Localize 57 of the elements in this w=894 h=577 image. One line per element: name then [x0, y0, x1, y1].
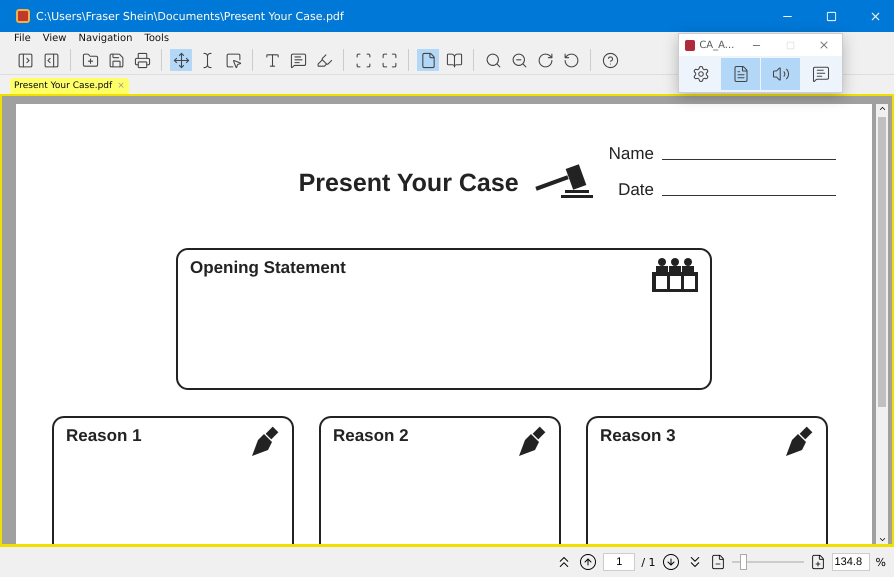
zoom-field[interactable]: 134.8 [832, 553, 870, 571]
move-icon [172, 52, 190, 68]
app-logo-icon [16, 9, 30, 23]
document-button[interactable] [721, 58, 760, 90]
text-icon [264, 52, 280, 68]
card-title: Reason 1 [66, 426, 142, 446]
page-number-field[interactable]: 1 [603, 553, 636, 571]
highlighter-icon [316, 52, 332, 68]
fit-page-icon [354, 52, 372, 68]
document-tab[interactable]: Present Your Case.pdf × [10, 78, 129, 94]
field-label: Date [618, 180, 654, 200]
zoom-in-icon [484, 52, 502, 68]
zoom-in-icon[interactable] [810, 554, 826, 570]
window-title: C:\Users\Fraser Shein\Documents\Present Your Case.pdf [36, 10, 345, 22]
two-page-icon [446, 52, 462, 68]
menu-item[interactable]: Navigation [78, 33, 132, 45]
previous-page-icon[interactable] [579, 553, 598, 571]
zoom-out-icon[interactable] [710, 554, 726, 570]
folder-icon [82, 52, 98, 68]
window-title: CA_A... [699, 40, 734, 50]
save-icon [108, 52, 124, 68]
comment-icon [812, 65, 830, 83]
field-label: Name [608, 144, 654, 164]
single-page-button[interactable] [417, 49, 439, 71]
print-icon [134, 52, 150, 68]
panel-left-icon [16, 52, 34, 68]
help-icon [602, 52, 618, 68]
menu-item[interactable]: File [14, 33, 31, 45]
card-title: Reason 3 [600, 426, 676, 446]
document-icon [732, 65, 750, 83]
app-logo-icon [685, 40, 696, 50]
fit-width-icon [380, 52, 398, 68]
select-area-icon [224, 52, 242, 68]
worksheet-title: Present Your Case [298, 169, 519, 198]
rotate-left-icon [562, 52, 580, 68]
panel-right-icon [42, 52, 60, 68]
settings-icon [692, 65, 710, 83]
page-count: / 1 [641, 556, 656, 568]
scroll-up-icon[interactable] [878, 104, 886, 113]
card-title: Opening Statement [190, 258, 346, 278]
scroll-down-icon[interactable] [878, 535, 886, 544]
menu-item[interactable]: Tools [144, 33, 170, 45]
speaker-button[interactable] [761, 58, 800, 90]
rotate-right-icon [536, 52, 554, 68]
card-title: Reason 2 [333, 426, 409, 446]
scrollbar[interactable] [876, 104, 888, 544]
percent-label: % [876, 556, 886, 568]
next-page-icon[interactable] [662, 553, 680, 571]
speaker-icon [772, 65, 790, 83]
zoom-out-icon [510, 52, 528, 68]
move-button[interactable] [170, 49, 192, 71]
zoom-slider-thumb[interactable] [740, 554, 748, 570]
comment-icon [290, 52, 306, 68]
menu-item[interactable]: View [42, 33, 66, 45]
jury-icon [652, 258, 698, 292]
single-page-icon [420, 52, 436, 68]
gavel-icon [532, 164, 595, 200]
